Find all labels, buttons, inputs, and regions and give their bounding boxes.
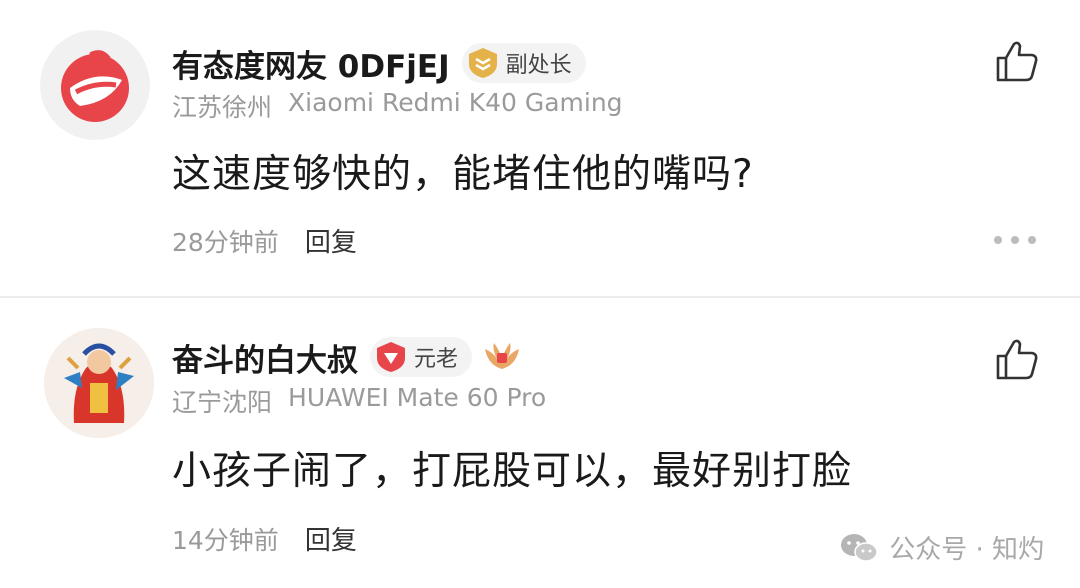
comment-text: 小孩子闹了，打屁股可以，最好别打脸	[172, 449, 853, 494]
comment-text: 这速度够快的，能堵住他的嘴吗?	[172, 152, 754, 197]
like-icon[interactable]	[994, 38, 1040, 84]
rank-badge[interactable]: 副处长	[461, 43, 586, 83]
timestamp: 14分钟前	[172, 525, 279, 555]
diamond-shield-icon	[377, 342, 405, 372]
comment-meta: 江苏徐州 Xiaomi Redmi K40 Gaming	[172, 88, 623, 124]
badge-label: 副处长	[505, 53, 572, 78]
user-header: 奋斗的白大叔 元老	[172, 332, 522, 382]
comment-meta: 辽宁沈阳 HUAWEI Mate 60 Pro	[172, 383, 546, 419]
user-header: 有态度网友 0DFjEJ 副处长	[172, 38, 586, 88]
badge-label: 元老	[414, 347, 459, 372]
username[interactable]: 奋斗的白大叔	[172, 335, 358, 380]
comment-footer: 14分钟前 回复	[172, 520, 357, 557]
comment-item: 有态度网友 0DFjEJ 副处长 江苏徐州 Xiaomi Redmi K40 G…	[0, 0, 1080, 297]
rank-shield-icon	[468, 48, 497, 78]
reply-button[interactable]: 回复	[305, 222, 357, 259]
wechat-icon	[841, 533, 878, 562]
avatar[interactable]	[40, 30, 150, 140]
more-options-icon[interactable]	[994, 236, 1036, 244]
watermark: 公众号 · 知灼	[839, 529, 1044, 566]
timestamp: 28分钟前	[172, 227, 279, 257]
wings-badge-icon[interactable]	[482, 339, 522, 375]
rank-badge[interactable]: 元老	[370, 337, 473, 377]
comment-footer: 28分钟前 回复	[172, 222, 357, 259]
location: 江苏徐州	[172, 93, 273, 122]
reply-button[interactable]: 回复	[305, 520, 357, 557]
device: Xiaomi Redmi K40 Gaming	[288, 88, 623, 117]
avatar[interactable]	[44, 328, 154, 438]
device: HUAWEI Mate 60 Pro	[288, 383, 547, 412]
location: 辽宁沈阳	[172, 388, 273, 417]
username[interactable]: 有态度网友 0DFjEJ	[172, 41, 450, 86]
watermark-text: 公众号 · 知灼	[889, 535, 1044, 565]
like-icon[interactable]	[994, 336, 1040, 382]
